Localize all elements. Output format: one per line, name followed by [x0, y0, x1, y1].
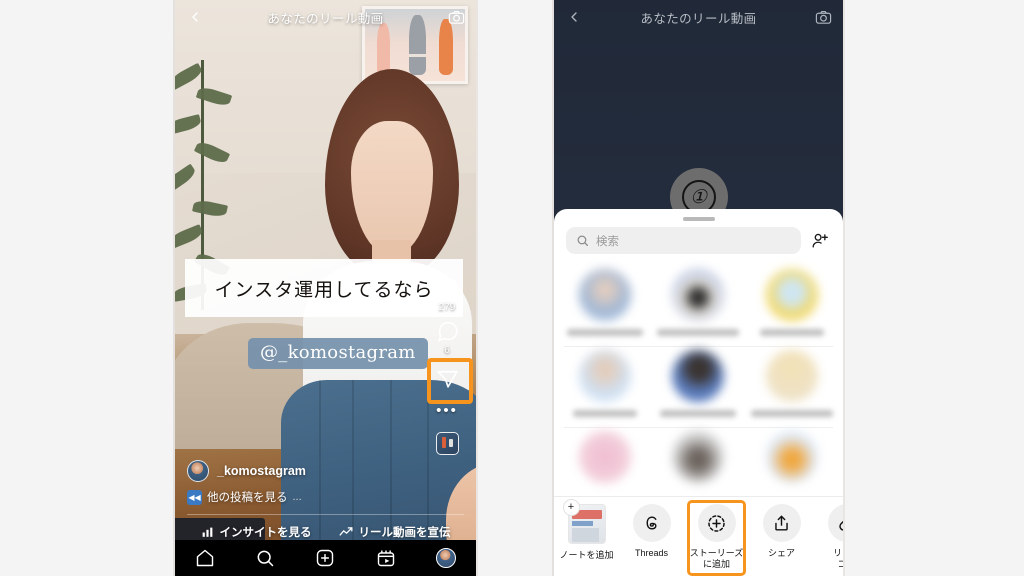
contact-item[interactable] — [655, 350, 741, 417]
promote-reel-label: リール動画を宣伝 — [358, 527, 451, 539]
share-action-share[interactable]: シェア — [749, 504, 814, 559]
share-action-copy-link[interactable]: リンク コピ — [814, 504, 843, 570]
left-reel-header: あなたのリール動画 — [175, 0, 476, 34]
search-icon — [577, 235, 588, 246]
contacts-row — [554, 266, 843, 346]
contact-item[interactable] — [562, 350, 648, 417]
search-row: 検索 — [554, 227, 843, 264]
reel-action-rail: 279 6 ••• ♪ — [424, 276, 473, 461]
create-plus-icon[interactable] — [315, 548, 335, 568]
share-action-threads[interactable]: Threads — [619, 504, 684, 559]
share-action-add-to-story[interactable]: ストーリーズ に追加 — [684, 500, 749, 576]
caption-headline-text: インスタ運用してるなら — [214, 278, 434, 301]
search-input[interactable]: 検索 — [566, 227, 801, 254]
add-person-icon[interactable] — [809, 230, 831, 252]
view-insights-label: インサイトを見る — [219, 527, 312, 539]
plus-badge-icon: + — [562, 499, 580, 516]
right-phone-screen: あなたのリール動画 ① 検索 + ノートを追加 Threads ストーリーズ に… — [552, 0, 845, 576]
contact-item[interactable] — [749, 431, 835, 483]
page-title: あなたのリール動画 — [640, 11, 757, 26]
more-options-icon[interactable]: ••• — [436, 403, 458, 420]
back-icon[interactable] — [564, 7, 584, 27]
contact-item[interactable] — [562, 269, 648, 336]
home-icon[interactable] — [195, 548, 215, 568]
threads-icon — [632, 504, 671, 542]
view-insights-button[interactable]: インサイトを見る — [201, 524, 312, 540]
share-action-label: シェア — [767, 548, 795, 558]
rewind-icon: ◀◀ — [187, 489, 202, 505]
reel-meta: _komostagram ◀◀ 他の投稿を見る ... インサイトを見る リール… — [175, 460, 476, 540]
share-action-add-note[interactable]: + ノートを追加 — [554, 499, 619, 561]
sheet-grabber[interactable] — [682, 217, 715, 221]
creator-actions-row: インサイトを見る リール動画を宣伝 — [187, 515, 464, 540]
share-action-label-line2: に追加 — [702, 559, 730, 569]
share-bottom-sheet: 検索 + ノートを追加 Threads ストーリーズ に追加 シェア リ — [554, 209, 843, 576]
handle-pill: @_komostagram — [248, 338, 428, 369]
left-phone-screen: あなたのリール動画 インスタ運用してるなら @_komostagram 279 … — [173, 0, 478, 576]
camera-icon[interactable] — [813, 7, 833, 27]
profile-avatar[interactable] — [435, 548, 456, 568]
share-action-label: Threads — [634, 548, 669, 558]
contact-item[interactable] — [749, 350, 835, 417]
share-actions-row: + ノートを追加 Threads ストーリーズ に追加 シェア リ — [554, 496, 843, 576]
search-icon[interactable] — [255, 548, 275, 568]
share-action-label: ノートを追加 — [559, 550, 614, 560]
comment-button[interactable]: 6 — [435, 319, 460, 356]
back-icon[interactable] — [185, 7, 205, 27]
link-copy-icon — [827, 504, 843, 542]
caption-row[interactable]: ◀◀ 他の投稿を見る ... — [187, 489, 464, 505]
page-title: あなたのリール動画 — [267, 11, 384, 26]
share-action-label-line1: ストーリーズ — [689, 548, 744, 558]
caption-ellipsis: ... — [292, 491, 302, 503]
like-button[interactable]: 279 — [435, 276, 460, 313]
contacts-grid — [554, 264, 843, 493]
caption-headline-band: インスタ運用してるなら — [185, 259, 463, 317]
caption-text: 他の投稿を見る — [207, 492, 288, 504]
right-reel-header: あなたのリール動画 — [554, 0, 843, 34]
reels-icon[interactable] — [376, 548, 396, 568]
audio-thumbnail-icon: ♪ — [435, 432, 459, 455]
screenshot-stage: あなたのリール動画 インスタ運用してるなら @_komostagram 279 … — [0, 0, 1024, 576]
bottom-navigation-bar — [175, 540, 476, 576]
contact-item[interactable] — [562, 431, 648, 483]
share-action-label-line2: コピ — [837, 559, 843, 569]
comment-count: 6 — [444, 345, 450, 356]
share-out-icon — [762, 504, 801, 542]
add-to-story-icon — [697, 504, 736, 542]
avatar — [187, 460, 209, 482]
audio-track-button[interactable]: ♪ — [435, 432, 459, 455]
contact-item[interactable] — [655, 269, 741, 336]
contacts-row — [554, 347, 843, 427]
promote-reel-button[interactable]: リール動画を宣伝 — [339, 524, 451, 540]
like-count: 279 — [438, 302, 456, 313]
share-button[interactable] — [426, 358, 473, 404]
camera-icon[interactable] — [446, 7, 466, 27]
search-placeholder: 検索 — [596, 235, 619, 248]
contact-item[interactable] — [655, 431, 741, 483]
username-label: _komostagram — [217, 464, 306, 478]
share-action-label-line1: リンク — [832, 548, 843, 558]
contacts-row — [554, 428, 843, 493]
contact-item[interactable] — [749, 269, 835, 336]
author-row[interactable]: _komostagram — [187, 460, 464, 482]
